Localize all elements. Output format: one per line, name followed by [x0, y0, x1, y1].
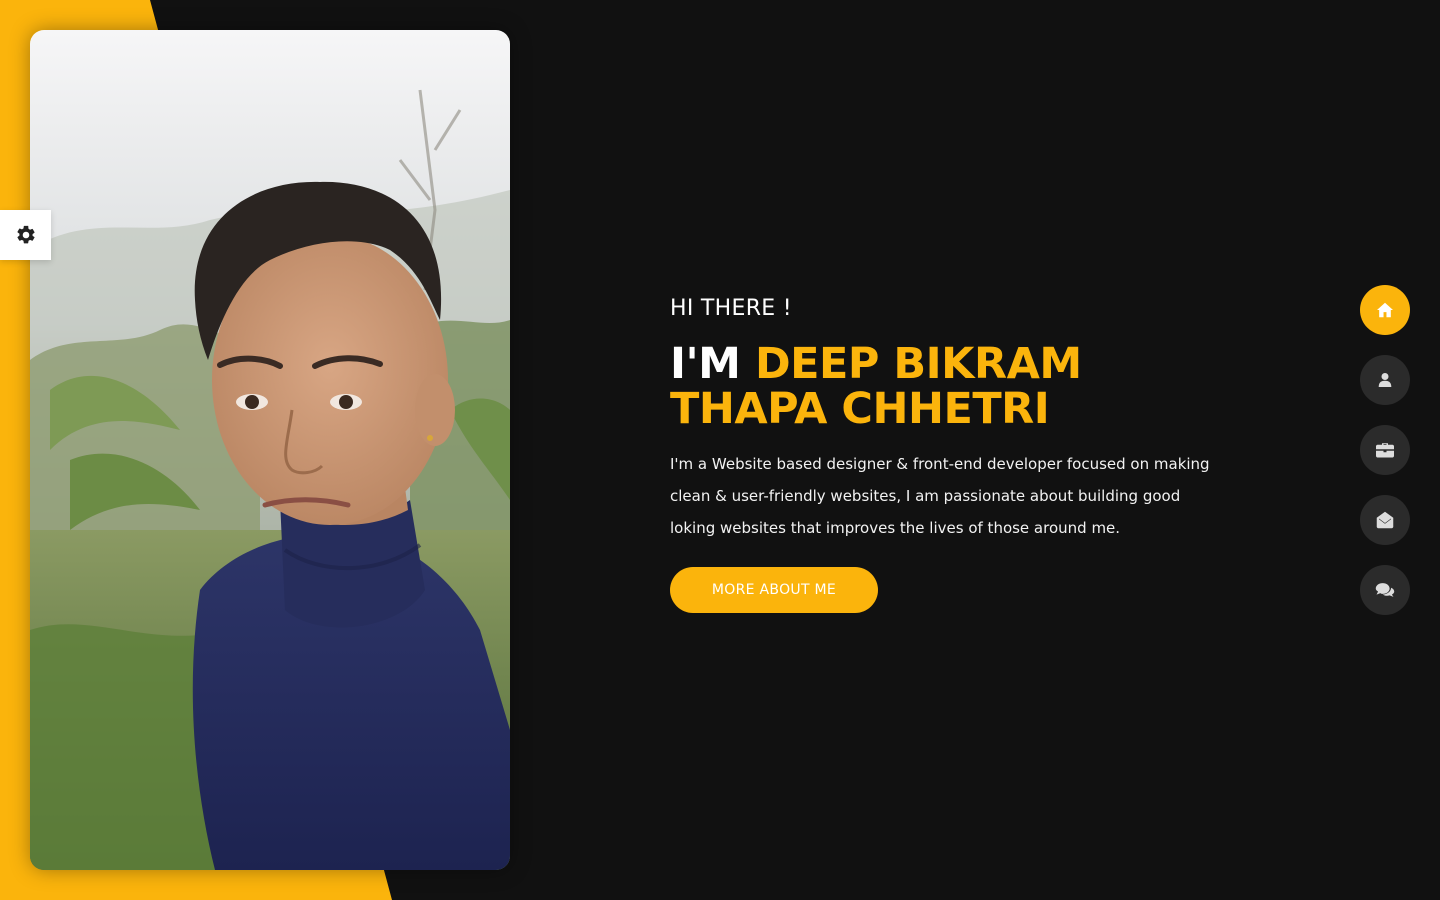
comments-icon	[1375, 583, 1395, 597]
nav-home[interactable]	[1360, 285, 1410, 335]
nav-contact[interactable]	[1360, 495, 1410, 545]
settings-toggle-button[interactable]	[0, 210, 51, 260]
side-nav	[1360, 285, 1410, 635]
more-about-me-button[interactable]: MORE ABOUT ME	[670, 567, 878, 613]
intro-text: I'm a Website based designer & front-end…	[670, 455, 1210, 537]
name-heading: I'M DEEP BIKRAM THAPA CHHETRI	[670, 342, 1230, 432]
greeting-text: HI THERE !	[670, 296, 792, 321]
briefcase-icon	[1376, 443, 1394, 458]
home-icon	[1377, 302, 1393, 318]
hero-section: HI THERE ! I'M DEEP BIKRAM THAPA CHHETRI…	[670, 292, 1230, 613]
nav-portfolio[interactable]	[1360, 425, 1410, 475]
gear-icon	[16, 225, 35, 244]
home-page: HI THERE ! I'M DEEP BIKRAM THAPA CHHETRI…	[0, 0, 1440, 900]
nav-about[interactable]	[1360, 355, 1410, 405]
nav-blog[interactable]	[1360, 565, 1410, 615]
envelope-open-icon	[1376, 511, 1394, 529]
profile-photo	[30, 30, 510, 870]
user-icon	[1378, 373, 1392, 387]
name-prefix: I'M	[670, 339, 741, 389]
